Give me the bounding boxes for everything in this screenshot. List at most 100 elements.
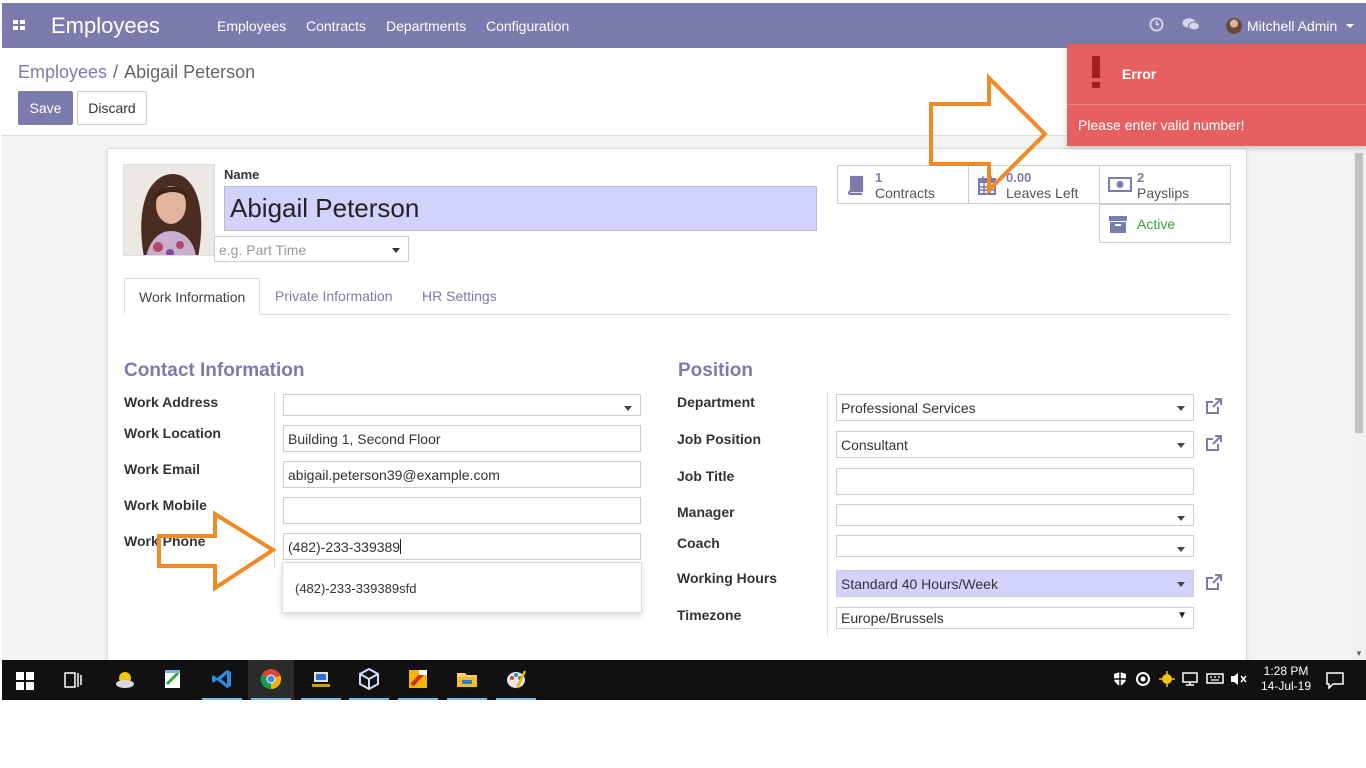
money-icon (1108, 175, 1132, 198)
apps-grid-icon[interactable] (13, 20, 26, 31)
work-location-input[interactable]: Building 1, Second Floor (283, 425, 641, 452)
tab-hr-settings[interactable]: HR Settings (408, 278, 511, 315)
clock-icon[interactable] (1149, 17, 1164, 36)
network-icon[interactable] (1182, 671, 1200, 690)
employee-name-input[interactable]: Abigail Peterson (224, 186, 817, 231)
virtualbox-app-icon (359, 668, 379, 690)
menu-employees[interactable]: Employees (217, 18, 286, 34)
clock-date: 14-Jul-19 (1260, 679, 1312, 693)
top-navbar: Employees Employees Contracts Department… (2, 3, 1366, 48)
work-address-label: Work Address (124, 394, 219, 410)
tags-placeholder: e.g. Part Time (219, 242, 307, 258)
notification-title: Error (1122, 66, 1157, 82)
chat-icon[interactable] (1182, 17, 1200, 36)
start-button[interactable] (2, 660, 48, 700)
external-link-icon[interactable] (1205, 397, 1223, 415)
payslips-count: 2 (1137, 170, 1145, 185)
payslips-label: Payslips (1137, 185, 1190, 201)
chevron-down-icon: ▼ (1177, 610, 1187, 621)
taskbar-app-remote-desktop[interactable] (298, 660, 344, 700)
user-menu[interactable]: Mitchell Admin (1247, 18, 1337, 34)
work-phone-value: (482)-233-339389 (288, 539, 401, 555)
breadcrumb-parent[interactable]: Employees (18, 62, 107, 82)
vscode-app-icon (212, 670, 231, 688)
error-notification: Error Please enter valid number! (1067, 44, 1366, 146)
work-email-input[interactable]: abigail.peterson39@example.com (283, 461, 641, 488)
shield-icon[interactable] (1112, 671, 1128, 690)
system-clock[interactable]: 1:28 PM 14-Jul-19 (1258, 664, 1314, 694)
work-address-input[interactable] (283, 394, 641, 416)
position-title: Position (678, 360, 753, 381)
sync-icon[interactable] (1135, 671, 1151, 690)
active-toggle-button[interactable]: Active (1099, 204, 1231, 243)
manager-input[interactable] (836, 504, 1194, 526)
timezone-value: Europe/Brussels (841, 610, 944, 626)
taskbar-app-weather[interactable] (102, 660, 148, 700)
taskbar-app-virtualbox[interactable] (346, 660, 392, 700)
job-position-input[interactable]: Consultant (836, 431, 1194, 458)
external-link-icon[interactable] (1205, 434, 1223, 452)
work-mobile-input[interactable] (283, 497, 641, 524)
chevron-down-icon[interactable] (392, 248, 400, 253)
palette-app-icon (507, 670, 527, 689)
task-view-button[interactable] (50, 660, 96, 700)
notifications-icon[interactable] (1326, 671, 1344, 692)
taskbar-app-vscode[interactable] (199, 660, 245, 700)
discard-button[interactable]: Discard (77, 91, 147, 125)
external-link-icon[interactable] (1205, 573, 1223, 591)
archive-icon (1108, 214, 1128, 239)
breadcrumb-current: Abigail Peterson (124, 62, 256, 82)
working-hours-input[interactable]: Standard 40 Hours/Week (836, 570, 1194, 597)
tab-private-information[interactable]: Private Information (261, 278, 407, 315)
chevron-down-icon[interactable] (1346, 24, 1354, 28)
network-app-icon (312, 672, 330, 687)
tags-input[interactable]: e.g. Part Time (214, 236, 409, 262)
timezone-select[interactable]: Europe/Brussels ▼ (836, 607, 1194, 629)
employee-photo[interactable] (123, 164, 215, 256)
job-title-input[interactable] (836, 468, 1194, 495)
scroll-thumb[interactable] (1355, 153, 1363, 433)
scroll-down-icon[interactable]: ▼ (1355, 649, 1363, 658)
taskbar-app-paint-3d[interactable] (493, 660, 539, 700)
text-cursor (400, 539, 402, 554)
weather-app-icon (116, 672, 134, 688)
job-position-label: Job Position (677, 431, 761, 447)
folder-icon (457, 673, 477, 687)
volume-muted-icon[interactable] (1230, 671, 1248, 690)
taskbar-app-chrome[interactable] (248, 660, 294, 700)
work-email-label: Work Email (124, 461, 200, 477)
keyboard-icon[interactable] (1206, 671, 1224, 690)
weather-tray-icon[interactable] (1158, 671, 1176, 690)
department-input[interactable]: Professional Services (836, 394, 1194, 421)
active-label: Active (1137, 216, 1176, 232)
department-label: Department (677, 394, 755, 410)
notification-message: Please enter valid number! (1078, 117, 1245, 133)
autocomplete-suggestion[interactable]: (482)-233-339389sfd (295, 581, 416, 596)
notepad-app-icon (165, 670, 180, 688)
divider (1067, 104, 1366, 105)
tab-work-information[interactable]: Work Information (124, 278, 261, 315)
scrollbar[interactable]: ▼ (1352, 145, 1366, 660)
work-phone-input[interactable]: (482)-233-339389 (283, 533, 641, 560)
windows-icon (16, 672, 34, 690)
taskbar-app-paint[interactable] (395, 660, 441, 700)
avatar[interactable] (1226, 18, 1242, 34)
autocomplete-dropdown: (482)-233-339389sfd (282, 562, 642, 613)
chrome-app-icon (260, 669, 282, 690)
job-title-label: Job Title (677, 468, 735, 484)
taskbar-app-file-explorer[interactable] (444, 660, 490, 700)
coach-input[interactable] (836, 535, 1194, 557)
save-button[interactable]: Save (18, 91, 73, 125)
taskbar-app-notepad[interactable] (150, 660, 196, 700)
annotation-arrow-icon (157, 510, 277, 592)
payslips-smart-button[interactable]: 2 Payslips (1099, 165, 1231, 204)
breadcrumb: Employees / Abigail Peterson (18, 62, 255, 83)
timezone-label: Timezone (677, 607, 742, 623)
coach-label: Coach (677, 535, 720, 551)
menu-departments[interactable]: Departments (386, 18, 466, 34)
menu-contracts[interactable]: Contracts (306, 18, 366, 34)
app-title: Employees (51, 13, 160, 38)
divider (827, 392, 828, 636)
clock-time: 1:28 PM (1263, 664, 1309, 678)
menu-configuration[interactable]: Configuration (486, 18, 569, 34)
